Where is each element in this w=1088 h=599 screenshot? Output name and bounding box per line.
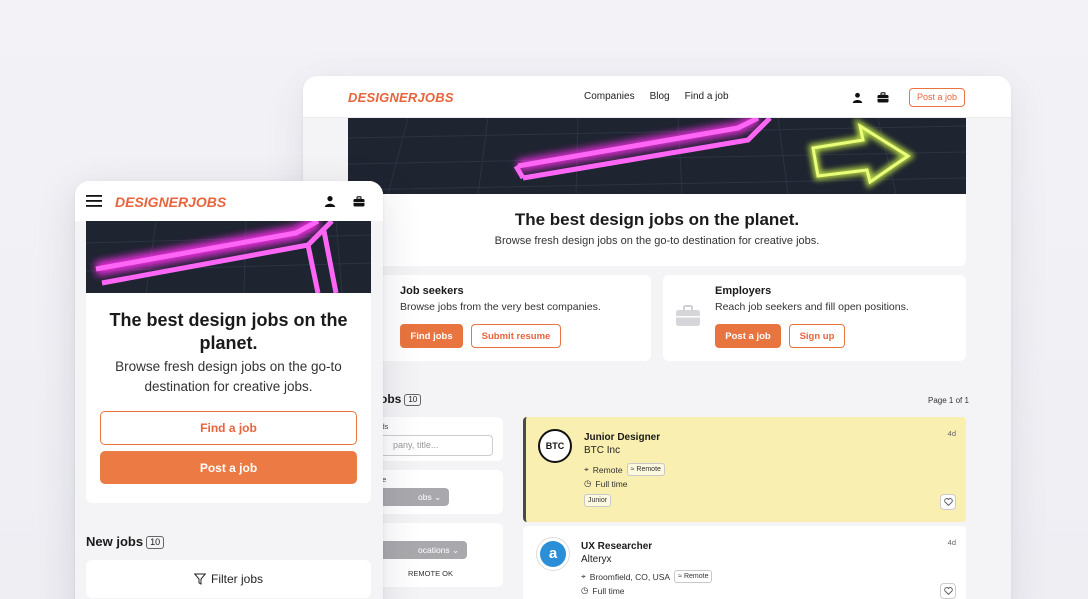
job-title[interactable]: Junior Designer <box>584 432 660 443</box>
job-card-junior-designer[interactable]: BTC Junior Designer BTC Inc ⌖ Remote ≈ Re… <box>523 417 966 522</box>
job-seekers-subtitle: Browse jobs from the very best companies… <box>400 301 601 313</box>
briefcase-icon[interactable] <box>349 191 369 211</box>
remote-tag: ≈ Remote <box>674 570 713 583</box>
alteryx-logo-text: a <box>548 544 558 562</box>
job-age: 4d <box>947 538 956 547</box>
filter-jobs-label: Filter jobs <box>210 572 263 586</box>
find-jobs-button[interactable]: Find jobs <box>400 324 463 348</box>
page-indicator: Page 1 of 1 <box>928 396 969 405</box>
btc-logo-text: BTC <box>545 441 565 451</box>
briefcase-icon[interactable] <box>874 88 892 106</box>
job-company: BTC Inc <box>584 445 621 456</box>
neon-hero-image <box>348 118 966 194</box>
clock-icon: ◷ <box>584 478 592 488</box>
type-select-value: obs <box>418 492 432 502</box>
desktop-nav-links: Companies Blog Find a job <box>584 91 729 102</box>
job-tags-row: Junior <box>584 494 612 507</box>
job-type: Full time <box>592 585 625 596</box>
job-card-ux-researcher[interactable]: a UX Researcher Alteryx ⌖ Broomfield, CO… <box>523 526 966 599</box>
remote-tag-label: Remote <box>636 466 661 473</box>
sign-up-button[interactable]: Sign up <box>789 324 845 348</box>
mobile-hero-subtitle: Browse fresh design jobs on the go-to de… <box>115 359 342 394</box>
employers-title: Employers <box>715 285 772 297</box>
desktop-jobs-heading: obs 10 <box>380 392 422 406</box>
location-pin-icon: ⌖ <box>584 464 589 474</box>
mobile-find-job-button[interactable]: Find a job <box>100 411 357 445</box>
type-select[interactable]: obs ⌄ <box>378 488 450 506</box>
keywords-input[interactable]: pany, title... <box>378 435 493 456</box>
user-icon[interactable] <box>320 191 340 211</box>
job-type: Full time <box>595 478 628 489</box>
alteryx-logo: a <box>536 537 570 571</box>
desktop-hero-title: The best design jobs on the planet. <box>514 210 800 229</box>
job-location: Remote <box>592 464 623 475</box>
heart-icon <box>943 498 953 506</box>
mobile-hero-title: The best design jobs on the planet. <box>109 310 348 353</box>
job-type-row: ◷ Full time <box>581 585 625 596</box>
job-company: Alteryx <box>581 554 612 565</box>
favorite-button[interactable] <box>940 583 956 599</box>
favorite-button[interactable] <box>940 494 956 510</box>
hamburger-menu-icon[interactable] <box>86 195 102 207</box>
desktop-navbar: DESIGNERJOBS Companies Blog Find a job P… <box>303 76 1011 118</box>
desktop-hero: The best design jobs on the planet. Brow… <box>348 118 966 266</box>
employers-subtitle: Reach job seekers and fill open position… <box>715 301 909 313</box>
wifi-icon: ≈ <box>678 573 682 580</box>
job-seekers-title: Job seekers <box>400 285 464 297</box>
clock-icon: ◷ <box>581 585 589 595</box>
nav-link-blog[interactable]: Blog <box>650 91 670 102</box>
job-seekers-card: Job seekers Browse jobs from the very be… <box>348 275 651 361</box>
mobile-new-jobs-heading: New jobs 10 <box>86 534 165 549</box>
employers-post-job-button[interactable]: Post a job <box>715 324 781 348</box>
neon-hero-image <box>86 221 371 293</box>
nav-link-companies[interactable]: Companies <box>584 91 635 102</box>
new-jobs-count-badge: 10 <box>146 536 165 549</box>
remote-tag: ≈ Remote <box>626 463 665 476</box>
job-type-row: ◷ Full time <box>584 478 628 489</box>
location-select-value: ocations <box>418 545 450 555</box>
job-age: 4d <box>947 429 956 438</box>
briefcase-icon <box>676 305 700 326</box>
desktop-hero-subtitle: Browse fresh design jobs on the go-to de… <box>494 235 820 247</box>
job-title[interactable]: UX Researcher <box>581 541 652 552</box>
user-icon[interactable] <box>848 88 866 106</box>
jobs-heading-text: obs <box>380 392 402 406</box>
location-select[interactable]: ocations ⌄ <box>378 541 468 559</box>
nav-link-find-a-job[interactable]: Find a job <box>685 91 729 102</box>
remote-ok-label[interactable]: REMOTE OK <box>408 569 453 578</box>
mobile-navbar: DESIGNERJOBS <box>75 181 383 221</box>
filter-icon <box>193 573 206 585</box>
job-location: Broomfield, CO, USA <box>589 571 671 582</box>
location-pin-icon: ⌖ <box>581 571 586 581</box>
mobile-window: DESIGNERJOBS The best design jobs on the… <box>75 181 383 599</box>
job-location-row: ⌖ Remote ≈ Remote <box>584 463 665 476</box>
desktop-post-job-button[interactable]: Post a job <box>909 88 966 107</box>
btc-logo: BTC <box>538 429 572 463</box>
mobile-hero: The best design jobs on the planet. Brow… <box>86 221 371 503</box>
level-tag: Junior <box>584 494 612 507</box>
new-jobs-text: New jobs <box>86 534 144 549</box>
heart-icon <box>943 587 953 595</box>
job-location-row: ⌖ Broomfield, CO, USA ≈ Remote <box>581 570 713 583</box>
jobs-count-badge: 10 <box>404 394 422 406</box>
wifi-icon: ≈ <box>630 466 635 473</box>
mobile-post-job-button[interactable]: Post a job <box>100 451 357 484</box>
remote-tag-label: Remote <box>683 573 709 580</box>
employers-card: Employers Reach job seekers and fill ope… <box>663 275 966 361</box>
submit-resume-button[interactable]: Submit resume <box>471 324 561 348</box>
filter-jobs-button[interactable]: Filter jobs <box>86 560 371 598</box>
desktop-window: DESIGNERJOBS Companies Blog Find a job P… <box>303 76 1011 599</box>
desktop-logo[interactable]: DESIGNERJOBS <box>348 90 454 105</box>
mobile-logo[interactable]: DESIGNERJOBS <box>115 194 226 210</box>
